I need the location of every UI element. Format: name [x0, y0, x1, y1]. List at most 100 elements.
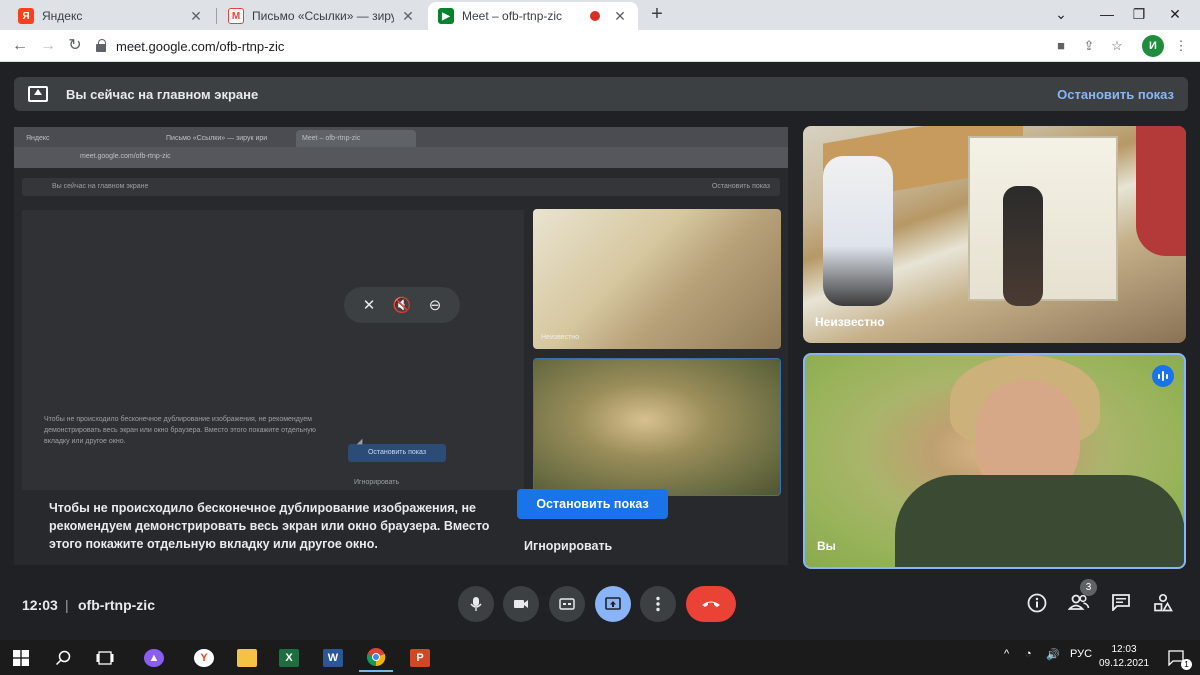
activities-icon: [1154, 593, 1173, 612]
camera-icon[interactable]: ■: [1052, 37, 1070, 55]
more-options-button[interactable]: [640, 586, 676, 622]
new-tab-button[interactable]: +: [646, 4, 668, 26]
microphone-icon: [470, 597, 482, 611]
forward-button[interactable]: →: [36, 34, 60, 58]
close-tab-icon[interactable]: ✕: [400, 8, 416, 25]
gmail-icon: M: [228, 8, 244, 24]
close-window-button[interactable]: ✕: [1152, 0, 1198, 30]
menu-kebab-icon[interactable]: ⋮: [1172, 37, 1190, 55]
participant-name: Вы: [817, 539, 836, 553]
alice-icon: ▲: [144, 649, 164, 667]
share-icon[interactable]: ⇪: [1080, 37, 1098, 55]
start-button[interactable]: [4, 644, 38, 672]
mini-url: meet.google.com/ofb-rtnp-zic: [80, 153, 171, 160]
video-person: [895, 475, 1184, 567]
profile-avatar[interactable]: И: [1142, 35, 1164, 57]
task-view-button[interactable]: [88, 644, 122, 672]
mini-tab: Яндекс: [26, 135, 50, 142]
tab-yandex[interactable]: Я Яндекс ✕: [8, 2, 214, 30]
network-icon[interactable]: ◔: [1025, 648, 1032, 660]
chrome-app[interactable]: [359, 644, 393, 672]
remove-icon[interactable]: ⊖: [429, 296, 442, 314]
chat-button[interactable]: [1109, 593, 1133, 617]
participant-tile-unknown[interactable]: Неизвестно: [803, 126, 1186, 343]
closed-captions-icon: [559, 598, 575, 610]
back-button[interactable]: ←: [8, 34, 32, 58]
meeting-details-button[interactable]: [1025, 593, 1049, 617]
participant-name: Неизвестно: [815, 315, 885, 329]
speaking-indicator-icon: [1152, 365, 1174, 387]
task-view-icon: [96, 651, 114, 665]
powerpoint-icon: P: [410, 649, 430, 667]
search-icon: [55, 650, 71, 666]
close-tab-icon[interactable]: ✕: [188, 8, 204, 25]
mini-tile-label: Неизвестно: [541, 334, 580, 341]
mini-banner: Вы сейчас на главном экране Остановить п…: [22, 178, 780, 196]
video-background: [968, 136, 1118, 301]
tab-search-icon[interactable]: ⌄: [1038, 0, 1084, 30]
leave-call-button[interactable]: [686, 586, 736, 622]
close-tab-icon[interactable]: ✕: [612, 8, 628, 25]
windows-logo-icon: [13, 650, 29, 666]
show-hidden-icons[interactable]: ^: [1004, 648, 1009, 660]
mini-banner-text: Вы сейчас на главном экране: [52, 183, 149, 190]
mini-participant-tile: Неизвестно: [533, 209, 781, 349]
tab-meet[interactable]: ▶ Meet – ofb-rtnp-zic ✕: [428, 2, 638, 30]
mini-tab-strip: Яндекс Письмо «Ссылки» — зирук ири Meet …: [14, 127, 788, 147]
volume-icon[interactable]: 🔊: [1046, 648, 1060, 661]
address-bar[interactable]: meet.google.com/ofb-rtnp-zic: [96, 33, 1036, 59]
mute-audio-icon[interactable]: 🔇: [393, 296, 412, 314]
reload-button[interactable]: ↻: [63, 34, 87, 58]
windows-taskbar: ▲ Y X W P ^ ◔ 🔊 РУС 12:03 09.12.2021 1: [0, 640, 1200, 675]
file-explorer-app[interactable]: [230, 644, 264, 672]
ignore-button[interactable]: Игнорировать: [524, 539, 612, 553]
tab-title: Meet – ofb-rtnp-zic: [462, 9, 563, 23]
participant-tile-self[interactable]: Вы: [803, 353, 1186, 569]
mini-banner-stop: Остановить показ: [711, 183, 770, 190]
meet-icon: ▶: [438, 8, 454, 24]
tab-gmail[interactable]: M Письмо «Ссылки» — зирук ири ✕: [218, 2, 426, 30]
notifications-button[interactable]: 1: [1160, 644, 1194, 672]
excel-icon: X: [279, 649, 299, 667]
word-app[interactable]: W: [316, 644, 350, 672]
yandex-browser-icon: Y: [194, 649, 214, 667]
lock-icon: [96, 39, 106, 52]
chat-icon: [1112, 594, 1130, 613]
bookmark-star-icon[interactable]: ☆: [1108, 37, 1126, 55]
hang-up-icon: [702, 601, 720, 607]
presenting-banner: Вы сейчас на главном экране Остановить п…: [14, 77, 1188, 111]
microphone-button[interactable]: [458, 586, 494, 622]
notification-count: 1: [1181, 659, 1192, 670]
meet-app: Вы сейчас на главном экране Остановить п…: [0, 63, 1200, 640]
activities-button[interactable]: [1151, 593, 1175, 617]
search-button[interactable]: [46, 644, 80, 672]
meeting-code: ofb-rtnp-zic: [78, 597, 155, 613]
taskbar-clock[interactable]: 12:03 09.12.2021: [1098, 643, 1150, 671]
mini-warning-text: Чтобы не происходило бесконечное дублиро…: [44, 416, 316, 445]
url-text: meet.google.com/ofb-rtnp-zic: [116, 38, 285, 54]
yandex-browser-app[interactable]: Y: [187, 644, 221, 672]
excel-app[interactable]: X: [272, 644, 306, 672]
powerpoint-app[interactable]: P: [403, 644, 437, 672]
taskbar-time: 12:03: [1111, 644, 1137, 655]
video-camera-icon: [514, 600, 528, 608]
pin-off-icon[interactable]: ✕: [363, 296, 376, 314]
more-vertical-icon: [656, 596, 660, 612]
tab-title: Яндекс: [42, 9, 83, 23]
banner-stop-presenting-link[interactable]: Остановить показ: [1057, 87, 1174, 102]
stop-presenting-button[interactable]: Остановить показ: [517, 489, 668, 519]
floating-preview-controls: ✕ 🔇 ⊖: [344, 287, 460, 323]
browser-tab-strip: Я Яндекс ✕ M Письмо «Ссылки» — зирук ири…: [0, 0, 1200, 30]
people-button[interactable]: [1067, 593, 1091, 617]
browser-toolbar: ← → ↻ meet.google.com/ofb-rtnp-zic ■ ⇪ ☆…: [0, 30, 1200, 62]
mini-address-bar: meet.google.com/ofb-rtnp-zic: [14, 147, 788, 168]
present-now-button[interactable]: [595, 586, 631, 622]
video-person: [1003, 186, 1043, 306]
captions-button[interactable]: [549, 586, 585, 622]
banner-text: Вы сейчас на главном экране: [66, 86, 259, 102]
people-icon: [1067, 594, 1090, 610]
camera-button[interactable]: [503, 586, 539, 622]
input-language[interactable]: РУС: [1070, 648, 1092, 660]
present-screen-icon: [605, 597, 621, 610]
alice-app[interactable]: ▲: [137, 644, 171, 672]
